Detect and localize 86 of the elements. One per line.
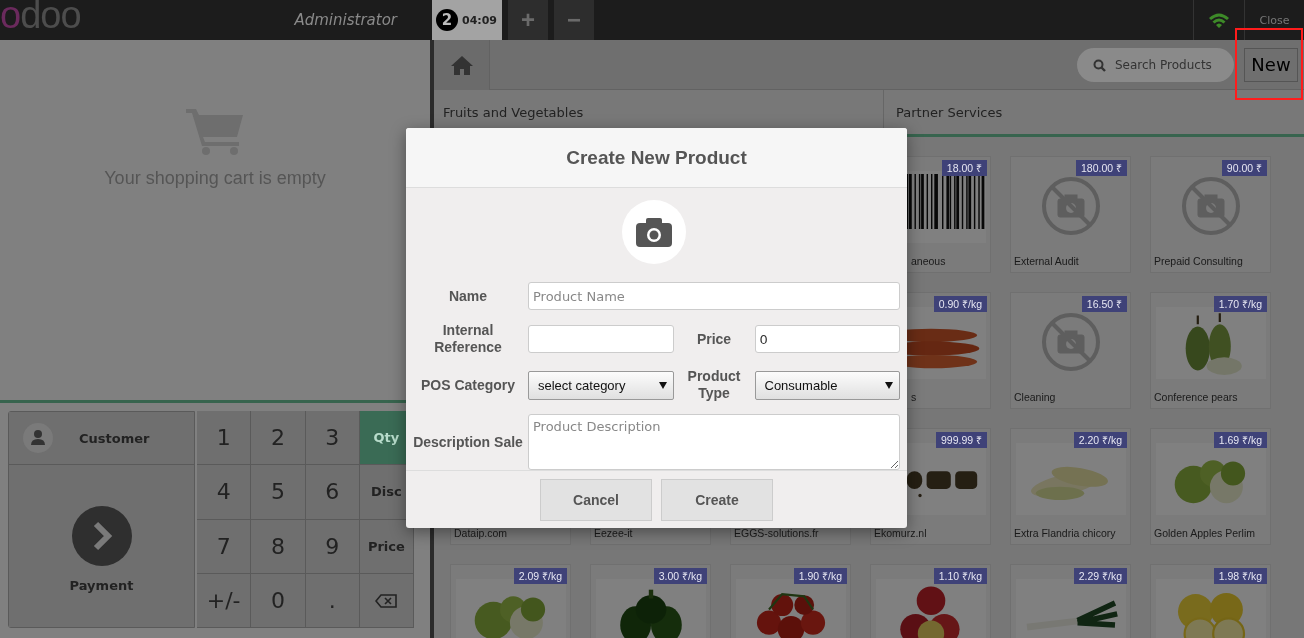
field-label: Name <box>447 287 489 305</box>
product-card[interactable]: 1.70 ₹/kg Conference pears <box>1150 292 1271 409</box>
product-name: Eezee-it <box>594 527 633 539</box>
numpad-key[interactable]: 2 <box>251 411 306 466</box>
input-field[interactable]: Product Name <box>528 282 900 311</box>
search-field[interactable]: Search Products <box>1077 47 1234 82</box>
no-image-icon <box>1040 175 1101 236</box>
backspace-icon <box>375 594 398 609</box>
price-tag: 999.99 ₹ <box>935 432 987 448</box>
new-button[interactable]: New <box>1244 47 1298 82</box>
dialog-title: Create New Product <box>566 146 747 169</box>
price-tag: 1.98 ₹/kg <box>1213 568 1267 584</box>
product-card[interactable]: 1.69 ₹/kg Golden Apples Perlim <box>1150 428 1271 545</box>
price-tag: 2.29 ₹/kg <box>1073 568 1127 584</box>
product-card[interactable]: 180.00 ₹ External Audit <box>1010 156 1131 273</box>
price-tag: 1.90 ₹/kg <box>793 568 847 584</box>
price-tag: 1.70 ₹/kg <box>1213 296 1267 312</box>
product-card[interactable]: 2.09 ₹/kg <box>450 564 571 638</box>
input-field[interactable] <box>528 325 674 354</box>
numpad-key[interactable]: 9 <box>305 519 360 574</box>
user-name: Administrator <box>294 11 397 29</box>
mode-key[interactable]: Price <box>359 519 414 574</box>
product-name: Conference pears <box>1154 391 1238 403</box>
numpad-key[interactable]: 0 <box>251 573 306 628</box>
product-name: Prepaid Consulting <box>1154 255 1243 267</box>
price-tag: 90.00 ₹ <box>1221 160 1267 176</box>
no-image-icon <box>1040 311 1101 372</box>
numpad-key[interactable]: 8 <box>251 519 306 574</box>
product-name: Cleaning <box>1014 391 1056 403</box>
product-card[interactable]: 16.50 ₹ Cleaning <box>1010 292 1131 409</box>
product-card[interactable]: 2.20 ₹/kg Extra Flandria chicory <box>1010 428 1131 545</box>
price-tag: 180.00 ₹ <box>1075 160 1127 176</box>
person-icon <box>23 423 53 453</box>
chevron-right-icon <box>71 506 132 566</box>
price-tag: 0.90 ₹/kg <box>933 296 987 312</box>
numpad-key[interactable]: 4 <box>197 465 252 520</box>
customer-button[interactable]: Customer <box>9 412 194 465</box>
input-field[interactable]: 0 <box>754 325 900 354</box>
field-label: Description Sale <box>412 433 524 451</box>
numpad-key[interactable]: 7 <box>197 519 252 574</box>
select-field[interactable]: select category <box>528 370 674 400</box>
caret-icon <box>885 381 893 389</box>
price-tag: 1.10 ₹/kg <box>933 568 987 584</box>
price-tag: 18.00 ₹ <box>941 160 987 176</box>
home-icon <box>449 54 474 75</box>
add-order-button[interactable]: + <box>508 0 548 40</box>
backspace-key[interactable] <box>359 573 414 628</box>
camera-icon <box>636 217 672 248</box>
numpad-key[interactable]: 3 <box>305 411 360 466</box>
home-button[interactable] <box>434 39 490 90</box>
field-label: Internal Reference <box>433 322 503 357</box>
numpad-key[interactable]: 5 <box>251 465 306 520</box>
dialog-button[interactable]: Cancel <box>540 478 652 521</box>
price-tag: 2.20 ₹/kg <box>1073 432 1127 448</box>
order-tab[interactable]: 2 04:09 <box>432 0 502 40</box>
price-tag: 2.09 ₹/kg <box>513 568 567 584</box>
dialog-button[interactable]: Create <box>661 478 773 521</box>
text-area[interactable]: Product Description <box>528 414 900 471</box>
product-name: Dataip.com <box>454 527 508 539</box>
no-image-icon <box>1180 175 1241 236</box>
product-card[interactable]: 1.98 ₹/kg <box>1150 564 1271 638</box>
product-card[interactable]: 1.90 ₹/kg <box>730 564 851 638</box>
field-label: Product Type <box>686 368 742 403</box>
product-card[interactable]: 3.00 ₹/kg <box>590 564 711 638</box>
product-name: Extra Flandria chicory <box>1014 527 1116 539</box>
caret-icon <box>658 381 667 389</box>
product-card[interactable]: 2.29 ₹/kg <box>1010 564 1131 638</box>
product-name: Ekomurz.nl <box>874 527 927 539</box>
numpad-key[interactable]: . <box>305 573 360 628</box>
numpad-key[interactable]: 1 <box>197 411 252 466</box>
numpad-key[interactable]: +/- <box>197 573 252 628</box>
select-field[interactable]: Consumable <box>754 370 900 400</box>
product-card[interactable]: 1.10 ₹/kg <box>870 564 991 638</box>
field-label: Price <box>695 330 733 348</box>
numpad-key[interactable]: 6 <box>305 465 360 520</box>
product-name: Golden Apples Perlim <box>1154 527 1255 539</box>
product-card[interactable]: 90.00 ₹ Prepaid Consulting <box>1150 156 1271 273</box>
product-name: External Audit <box>1014 255 1079 267</box>
product-name: s <box>911 391 917 403</box>
product-name: aneous <box>911 255 946 267</box>
price-tag: 16.50 ₹ <box>1081 296 1127 312</box>
price-tag: 3.00 ₹/kg <box>653 568 707 584</box>
product-name: EGGS-solutions.fr <box>734 527 819 539</box>
remove-order-button[interactable]: − <box>554 0 594 40</box>
field-label: POS Category <box>419 376 517 394</box>
price-tag: 1.69 ₹/kg <box>1213 432 1267 448</box>
